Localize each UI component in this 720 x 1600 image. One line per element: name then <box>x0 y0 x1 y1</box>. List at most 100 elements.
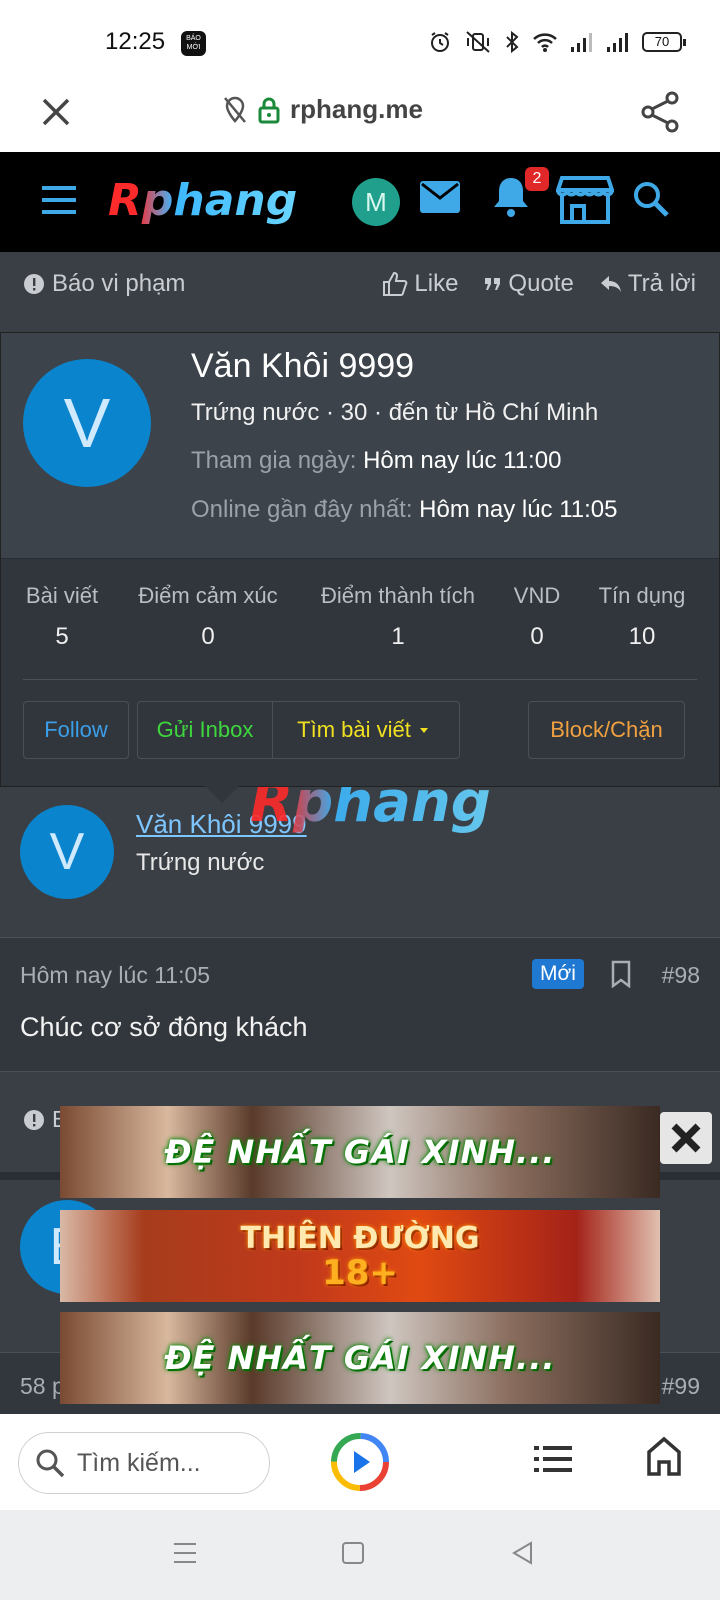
user-avatar[interactable]: M <box>352 178 400 226</box>
reply-icon <box>600 276 621 292</box>
reply-label: Trả lời <box>627 270 696 297</box>
vibrate-off-icon <box>466 31 490 53</box>
stats-divider <box>23 679 697 680</box>
home-nav-icon[interactable] <box>341 1540 365 1566</box>
recent-apps-icon[interactable] <box>172 1540 198 1566</box>
search-placeholder: Tìm kiếm... <box>77 1448 201 1477</box>
status-icons: 70 <box>428 30 686 54</box>
find-posts-button[interactable]: Tìm bài viết <box>272 701 460 759</box>
ad-text: THIÊN ĐƯỜNG 18+ <box>240 1221 480 1293</box>
search-input[interactable]: Tìm kiếm... <box>18 1432 270 1494</box>
stat-label: Tín dụng <box>598 583 686 608</box>
stat-value: 10 <box>628 623 656 650</box>
alert-icon <box>24 274 44 294</box>
quote-button[interactable]: Quote <box>484 270 574 298</box>
joined-label: Tham gia ngày: <box>191 447 357 474</box>
last-seen-value: Hôm nay lúc 11:05 <box>419 496 618 523</box>
thumbs-up-icon <box>383 271 408 296</box>
signal-icon-2 <box>607 33 628 52</box>
follow-button[interactable]: Follow <box>23 701 129 759</box>
notification-count-badge: 2 <box>525 167 549 191</box>
caret-down-icon <box>419 728 428 733</box>
play-icon[interactable] <box>330 1432 390 1492</box>
alarm-icon <box>431 32 449 52</box>
browser-toolbar: rphang.me <box>0 80 720 152</box>
stat-value: 5 <box>55 623 69 650</box>
ad-banner-3[interactable]: ĐỆ NHẤT GÁI XINH... <box>60 1312 660 1404</box>
report-button[interactable]: Báo vi phạm <box>24 270 185 298</box>
stat-label: Điểm cảm xúc <box>138 583 278 608</box>
ad-banner-1[interactable]: ĐỆ NHẤT GÁI XINH... <box>60 1106 660 1198</box>
author-role: Trứng nước <box>136 849 265 876</box>
tracking-off-icon <box>224 96 246 123</box>
member-joined: Tham gia ngày: Hôm nay lúc 11:00 <box>191 447 561 475</box>
store-icon[interactable] <box>556 174 614 224</box>
stat-achievements: Điểm thành tích 1 <box>315 583 481 651</box>
like-button[interactable]: Like <box>382 270 458 298</box>
post-date[interactable]: Hôm nay lúc 11:05 <box>20 962 210 989</box>
author-avatar[interactable]: V <box>20 805 114 899</box>
browser-bottom-bar: Tìm kiếm... <box>0 1414 720 1510</box>
ad-text-line1: THIÊN ĐƯỜNG <box>240 1221 480 1256</box>
close-icon <box>671 1123 701 1153</box>
member-tooltip: V Văn Khôi 9999 Trứng nước · 30 · đến từ… <box>0 332 720 787</box>
joined-value: Hôm nay lúc 11:00 <box>363 447 562 474</box>
post-body: Hôm nay lúc 11:05 Mới #98 Chúc cơ sở đôn… <box>0 937 720 1072</box>
find-posts-label: Tìm bài viết <box>297 717 411 742</box>
close-icon[interactable] <box>38 94 74 130</box>
member-summary: Trứng nước · 30 · đến từ Hồ Chí Minh <box>191 399 599 426</box>
ad-text-line2: 18+ <box>322 1253 398 1293</box>
tooltip-arrow <box>205 786 239 803</box>
site-logo[interactable]: Rphang <box>108 175 297 226</box>
report-label: Báo vi phạm <box>52 270 186 297</box>
stat-credits: Tín dụng 10 <box>595 583 689 651</box>
stat-label: Điểm thành tích <box>320 583 476 608</box>
search-icon <box>36 1449 65 1478</box>
stat-value: 0 <box>530 623 544 650</box>
quote-label: Quote <box>508 270 574 297</box>
signal-icon <box>571 33 592 52</box>
url-text: rphang.me <box>290 94 423 124</box>
stat-value: 0 <box>201 623 215 650</box>
site-header: Rphang M <box>0 152 720 252</box>
stat-value: 1 <box>391 623 405 650</box>
reply-button[interactable]: Trả lời <box>600 270 696 298</box>
post-number[interactable]: #98 <box>662 962 700 989</box>
next-post-number[interactable]: #99 <box>662 1373 700 1400</box>
ad-close-button[interactable] <box>660 1112 712 1164</box>
new-badge: Mới <box>532 959 584 989</box>
mail-icon[interactable] <box>419 180 461 214</box>
alert-icon <box>24 1109 44 1130</box>
ad-banner-2[interactable]: THIÊN ĐƯỜNG 18+ <box>60 1210 660 1302</box>
bluetooth-icon <box>506 30 519 54</box>
like-label: Like <box>414 270 459 297</box>
member-name[interactable]: Văn Khôi 9999 <box>191 347 414 386</box>
stat-label: Bài viết <box>25 583 99 608</box>
last-seen-label: Online gần đây nhất: <box>191 496 413 523</box>
baomoi-app-icon: BÁO MỚI <box>181 31 206 56</box>
battery-icon: 70 <box>642 32 686 52</box>
member-stats: Bài viết 5 Điểm cảm xúc 0 Điểm thành tíc… <box>1 558 719 786</box>
share-icon[interactable] <box>640 90 682 134</box>
menu-icon[interactable] <box>40 184 78 216</box>
clock: 12:25 <box>105 28 166 55</box>
send-inbox-button[interactable]: Gửi Inbox <box>137 701 273 759</box>
stat-posts: Bài viết 5 <box>23 583 101 651</box>
stat-vnd: VND 0 <box>513 583 561 651</box>
bookmark-icon[interactable] <box>610 960 632 988</box>
post-message: Chúc cơ sở đông khách <box>20 1012 308 1042</box>
stat-reactions: Điểm cảm xúc 0 <box>133 583 283 651</box>
block-button[interactable]: Block/Chặn <box>528 701 685 759</box>
lock-icon <box>258 97 280 123</box>
system-nav-bar <box>0 1510 720 1600</box>
tabs-list-icon[interactable] <box>534 1444 572 1474</box>
ad-text: ĐỆ NHẤT GÁI XINH... <box>164 1339 556 1377</box>
search-icon[interactable] <box>632 180 670 218</box>
member-avatar[interactable]: V <box>23 359 151 487</box>
home-icon[interactable] <box>646 1436 682 1476</box>
status-bar: 12:25 BÁO MỚI 70 <box>0 0 720 80</box>
url-bar[interactable]: rphang.me <box>222 94 423 125</box>
wifi-icon <box>533 33 557 52</box>
back-icon[interactable] <box>510 1540 536 1566</box>
member-last-seen: Online gần đây nhất: Hôm nay lúc 11:05 <box>191 496 618 524</box>
